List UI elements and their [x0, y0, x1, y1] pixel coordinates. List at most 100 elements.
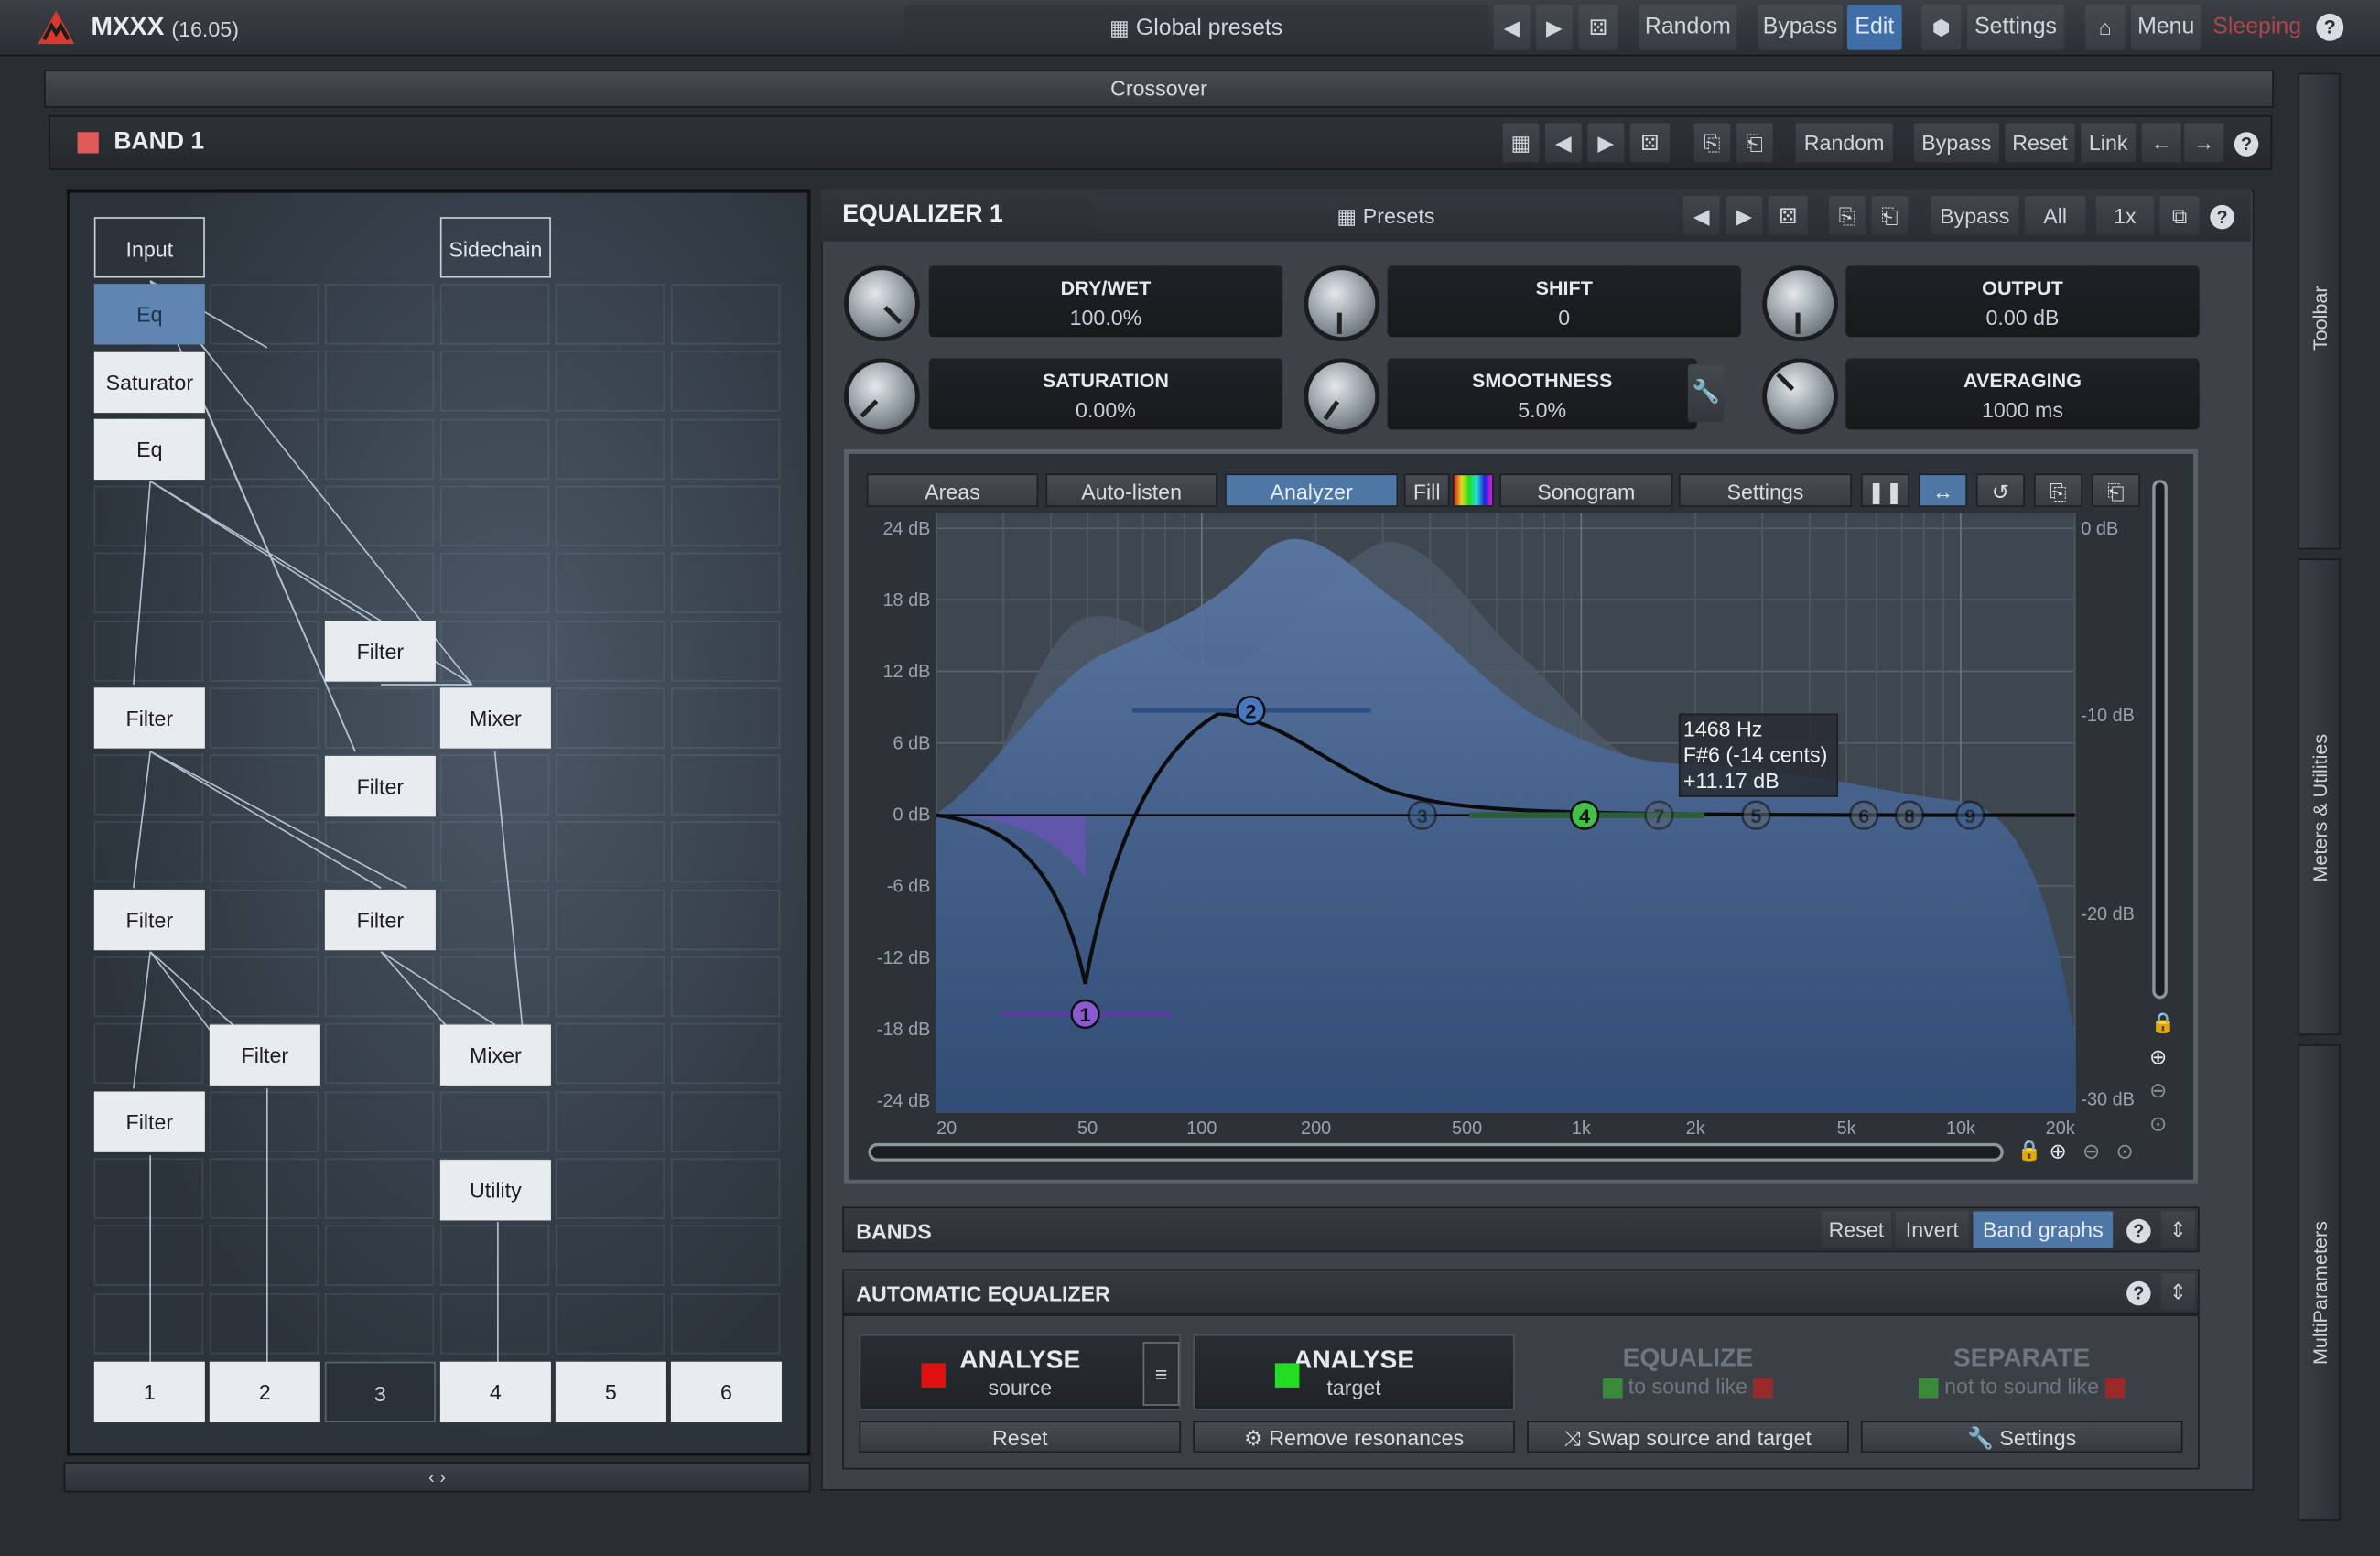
smoothness-knob[interactable] [1308, 362, 1376, 430]
sonogram-button[interactable]: Sonogram [1499, 473, 1673, 507]
analyse-target-button[interactable]: ANALYSE target [1193, 1334, 1515, 1410]
global-presets-button[interactable]: ▦ Global presets [904, 4, 1488, 50]
dry-wet-param[interactable]: DRY/WET 100.0% [928, 265, 1283, 338]
routing-panel[interactable]: Input Sidechain Eq Saturator Eq Filter F… [66, 189, 811, 1456]
band-marker-2[interactable]: 2 [1236, 696, 1266, 726]
crossover-bar[interactable]: Crossover [44, 70, 2274, 108]
auto-eq-section[interactable]: AUTOMATIC EQUALIZER ? ⇕ [842, 1269, 2200, 1315]
graph-vertical-scrollbar[interactable] [2152, 480, 2168, 1000]
band-paste-button[interactable]: ⎗ [1736, 123, 1773, 163]
auto-eq-reset-button[interactable]: Reset [859, 1421, 1182, 1453]
wrench-icon[interactable]: 🔧 [1687, 364, 1725, 423]
auto-eq-help-button[interactable]: ? [2122, 1274, 2155, 1311]
band-prev-button[interactable]: ◀ [1545, 123, 1582, 163]
output-param[interactable]: OUTPUT 0.00 dB [1845, 265, 2200, 338]
band-marker-4[interactable]: 4 [1569, 800, 1600, 830]
areas-button[interactable]: Areas [866, 473, 1039, 507]
band-graphs-button[interactable]: Band graphs [1973, 1211, 2114, 1248]
output-node-6[interactable]: 6 [670, 1361, 782, 1423]
bypass-button[interactable]: Bypass [1758, 4, 1844, 50]
separate-button[interactable]: SEPARATE not to sound like [1861, 1334, 2183, 1410]
band-marker-7[interactable]: 7 [1644, 800, 1674, 830]
spectrum-color-icon[interactable] [1452, 473, 1494, 507]
graph-copy-button[interactable]: ⎘ [2033, 473, 2082, 507]
filter-node[interactable]: Filter [324, 621, 436, 682]
edit-button[interactable]: Edit [1846, 4, 1902, 50]
h-zoom-reset-icon[interactable]: ⊙ [2115, 1139, 2133, 1164]
mixer-node[interactable]: Mixer [439, 687, 551, 749]
analyzer-button[interactable]: Analyzer [1225, 473, 1399, 507]
bands-invert-button[interactable]: Invert [1896, 1211, 1969, 1248]
eq-copy-button[interactable]: ⎘ [1829, 195, 1866, 236]
random-preset-button[interactable]: ⚄ [1578, 4, 1618, 50]
fill-button[interactable]: Fill [1403, 473, 1450, 507]
sidechain-node[interactable]: Sidechain [439, 217, 551, 278]
filter-node[interactable]: Filter [93, 1091, 205, 1152]
h-zoom-out-icon[interactable]: ⊖ [2082, 1139, 2100, 1164]
band-copy-button[interactable]: ⎘ [1693, 123, 1731, 163]
bands-help-button[interactable]: ? [2122, 1212, 2155, 1248]
lock-icon[interactable]: 🔒 [2151, 1011, 2176, 1036]
remove-resonances-button[interactable]: ⚙ Remove resonances [1193, 1421, 1515, 1453]
graph-reset-button[interactable]: ↺ [1975, 473, 2025, 507]
band-bypass-button[interactable]: Bypass [1913, 123, 1999, 163]
filter-node[interactable]: Filter [93, 889, 205, 951]
toolbar-tab[interactable]: Toolbar [2298, 72, 2341, 550]
filter-node[interactable]: Filter [324, 755, 436, 817]
saturation-knob[interactable] [848, 362, 915, 430]
meters-tab[interactable]: Meters & Utilities [2298, 558, 2341, 1036]
eq-next-button[interactable]: ▶ [1726, 195, 1763, 236]
averaging-param[interactable]: AVERAGING 1000 ms [1845, 358, 2200, 430]
home-button[interactable]: ⌂ [2085, 4, 2126, 50]
eq-paste-button[interactable]: ⎗ [1871, 195, 1909, 236]
prev-preset-button[interactable]: ◀ [1493, 4, 1531, 50]
eq-prev-button[interactable]: ◀ [1682, 195, 1720, 236]
shift-knob[interactable] [1308, 270, 1376, 338]
bands-section[interactable]: BANDS Reset Invert Band graphs ? ⇕ [842, 1206, 2200, 1253]
mixer-node[interactable]: Mixer [439, 1024, 551, 1086]
random-button[interactable]: Random [1639, 4, 1736, 50]
fit-width-button[interactable]: ↔ [1918, 473, 1967, 507]
eq-graph[interactable]: 1 2 3 4 5 6 7 8 9 24 dB 18 dB 12 dB 6 dB 0 dB -6 dB -1… [855, 513, 2191, 1151]
multiparams-tab[interactable]: MultiParameters [2298, 1044, 2341, 1521]
equalize-button[interactable]: EQUALIZE to sound like [1527, 1334, 1849, 1410]
pause-button[interactable]: ❚❚ [1860, 473, 1909, 507]
menu-button[interactable]: Menu [2131, 4, 2202, 50]
saturation-param[interactable]: SATURATION 0.00% [928, 358, 1283, 430]
band-marker-9[interactable]: 9 [1955, 800, 1985, 830]
zoom-in-icon[interactable]: ⊕ [2149, 1044, 2167, 1070]
output-node-5[interactable]: 5 [555, 1361, 666, 1423]
output-node-1[interactable]: 1 [93, 1361, 205, 1423]
band-marker-3[interactable]: 3 [1407, 800, 1437, 830]
dry-wet-knob[interactable] [848, 270, 915, 338]
next-preset-button[interactable]: ▶ [1536, 4, 1573, 50]
shift-param[interactable]: SHIFT 0 [1387, 265, 1741, 338]
eq-presets-button[interactable]: ▦ Presets [1094, 195, 1678, 236]
eq-random-preset-button[interactable]: ⚄ [1768, 195, 1808, 236]
filter-node[interactable]: Filter [209, 1024, 320, 1086]
saturator-node[interactable]: Saturator [93, 351, 205, 414]
redo-button[interactable]: → [2184, 123, 2224, 163]
band-random-preset-button[interactable]: ⚄ [1629, 123, 1670, 163]
eq-undock-button[interactable]: ⧉ [2159, 195, 2200, 236]
eq-oversampling-button[interactable]: 1x [2095, 195, 2154, 236]
eq-all-button[interactable]: All [2024, 195, 2086, 236]
output-node-2[interactable]: 2 [209, 1361, 320, 1423]
band-marker-1[interactable]: 1 [1070, 999, 1100, 1030]
output-node-3[interactable]: 3 [324, 1361, 436, 1423]
help-button[interactable]: ? [2310, 5, 2350, 50]
bands-expand-button[interactable]: ⇕ [2161, 1211, 2195, 1248]
smoothness-param[interactable]: SMOOTHNESS 5.0% [1387, 358, 1697, 430]
utility-node[interactable]: Utility [439, 1160, 551, 1221]
graph-settings-button[interactable]: Settings [1678, 473, 1852, 507]
graph-paste-button[interactable]: ⎗ [2091, 473, 2141, 507]
autolisten-button[interactable]: Auto-listen [1045, 473, 1217, 507]
bands-reset-button[interactable]: Reset [1821, 1211, 1892, 1248]
band-marker-5[interactable]: 5 [1741, 800, 1771, 830]
sleeping-indicator[interactable]: Sleeping [2207, 5, 2307, 50]
routing-scrollbar[interactable]: ‹ › [63, 1462, 811, 1493]
analyse-source-button[interactable]: ANALYSE source ≡ [859, 1334, 1182, 1410]
zoom-out-icon[interactable]: ⊖ [2149, 1078, 2167, 1104]
eq-bypass-button[interactable]: Bypass [1931, 195, 2019, 236]
h-lock-icon[interactable]: 🔒 [2018, 1139, 2042, 1163]
